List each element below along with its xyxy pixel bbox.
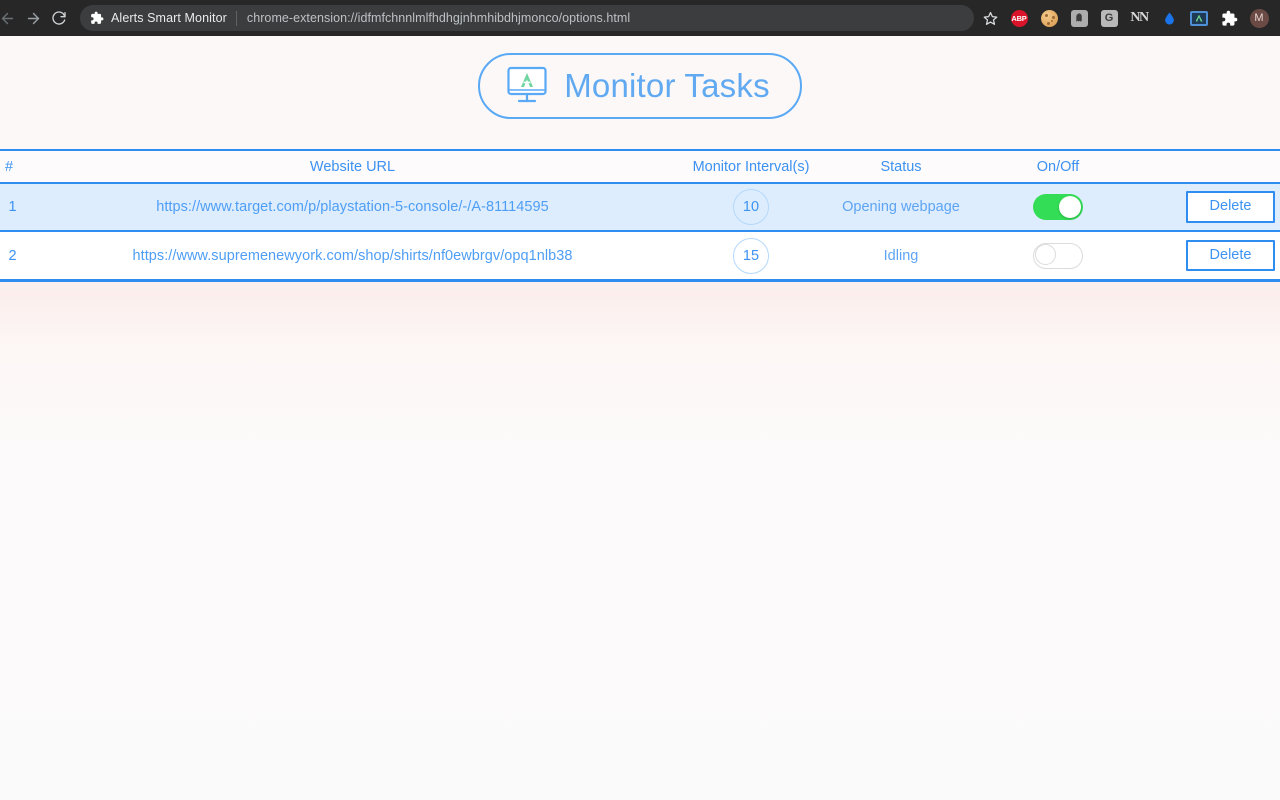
toggle-knob [1035,244,1056,265]
row-url-cell: https://www.target.com/p/playstation-5-c… [20,183,685,231]
back-button[interactable] [0,5,20,31]
toolbar-icon-nordvpn[interactable]: NN [1124,4,1154,32]
page-header: Monitor Tasks [0,36,1280,119]
cookie-icon [1040,9,1058,27]
column-header-interval: Monitor Interval(s) [685,151,817,184]
adblock-plus-icon: ABP [1010,9,1028,27]
table-header: # Website URL Monitor Interval(s) Status… [0,151,1280,184]
row-action-cell: Delete [1131,230,1280,279]
row-action-cell: Delete [1131,183,1280,231]
grammarly-icon: G [1100,9,1118,27]
puzzle-piece-icon [91,11,104,24]
delete-button[interactable]: Delete [1185,191,1276,223]
extension-chip: Alerts Smart Monitor [90,11,236,25]
water-drop-icon [1164,12,1174,24]
column-header-status: Status [817,151,985,184]
monitor-tasks-table: # Website URL Monitor Interval(s) Status… [0,149,1280,282]
delete-button[interactable]: Delete [1185,239,1276,272]
address-bar[interactable]: Alerts Smart Monitor chrome-extension://… [80,5,974,31]
table-row: 2 https://www.supremenewyork.com/shop/sh… [0,230,1280,279]
ghost-glyph-icon [1075,13,1082,22]
row-url-cell: https://www.supremenewyork.com/shop/shir… [20,230,685,279]
monitor-display-glyph [507,66,547,103]
table-header-row: # Website URL Monitor Interval(s) Status… [0,151,1280,184]
onoff-toggle[interactable] [1033,242,1083,269]
row-status-cell: Opening webpage [817,183,985,231]
toolbar-icon-ghostery[interactable] [1064,4,1094,32]
row-index: 2 [0,230,20,279]
profile-avatar: M [1249,8,1269,28]
table-body: 1 https://www.target.com/p/playstation-5… [0,183,1280,279]
monitor-display-icon [504,65,550,105]
alerts-smart-monitor-icon [1190,10,1208,26]
forward-button[interactable] [20,5,46,31]
toolbar-icon-extensions[interactable] [1214,4,1244,32]
browser-toolbar: Alerts Smart Monitor chrome-extension://… [0,0,1280,36]
arrow-left-icon [1,12,13,24]
toggle-knob [1059,196,1081,218]
ghostery-icon [1070,9,1088,27]
toolbar-icon-adblock-plus[interactable]: ABP [1004,4,1034,32]
url-text: chrome-extension://idfmfchnnlmlfhdhgjnhm… [246,11,631,25]
monitor-interval-badge[interactable]: 10 [733,189,769,225]
row-status-cell: Idling [817,230,985,279]
extension-toolbar: ABP G NN M [1004,4,1274,32]
column-header-url: Website URL [20,151,685,184]
page-title: Monitor Tasks [564,66,770,104]
website-url-link[interactable]: https://www.supremenewyork.com/shop/shir… [133,248,573,264]
status-text: Opening webpage [842,199,960,215]
onoff-toggle[interactable] [1033,194,1083,220]
table-row: 1 https://www.target.com/p/playstation-5… [0,183,1280,231]
toolbar-icon-grammarly[interactable]: G [1094,4,1124,32]
toolbar-icon-water-drop[interactable] [1154,4,1184,32]
star-icon [983,11,997,25]
row-interval-cell: 10 [685,183,817,231]
tab-title: Alerts Smart Monitor [111,11,227,25]
options-page: Monitor Tasks # Website URL Monitor Inte… [0,36,1280,800]
reload-button[interactable] [46,5,72,31]
extensions-puzzle-icon [1221,10,1237,26]
column-header-action [1131,151,1280,184]
column-header-index: # [0,151,20,184]
column-header-onoff: On/Off [985,151,1131,184]
reload-icon [52,11,66,25]
row-interval-cell: 15 [685,230,817,279]
row-onoff-cell [985,183,1131,231]
navigation-buttons [0,5,72,31]
status-text: Idling [883,247,919,264]
website-url-link[interactable]: https://www.target.com/p/playstation-5-c… [156,199,549,215]
monitor-interval-badge[interactable]: 15 [733,237,769,274]
row-index: 1 [8,199,17,215]
nordvpn-icon: NN [1130,10,1149,25]
arrow-right-icon [27,12,39,24]
toolbar-icon-profile[interactable]: M [1244,4,1274,32]
toolbar-icon-alerts-smart-monitor[interactable] [1184,4,1214,32]
bookmark-button[interactable] [978,6,1002,30]
toolbar-icon-cookie[interactable] [1034,4,1064,32]
row-onoff-cell [985,230,1131,279]
title-pill: Monitor Tasks [478,53,802,119]
